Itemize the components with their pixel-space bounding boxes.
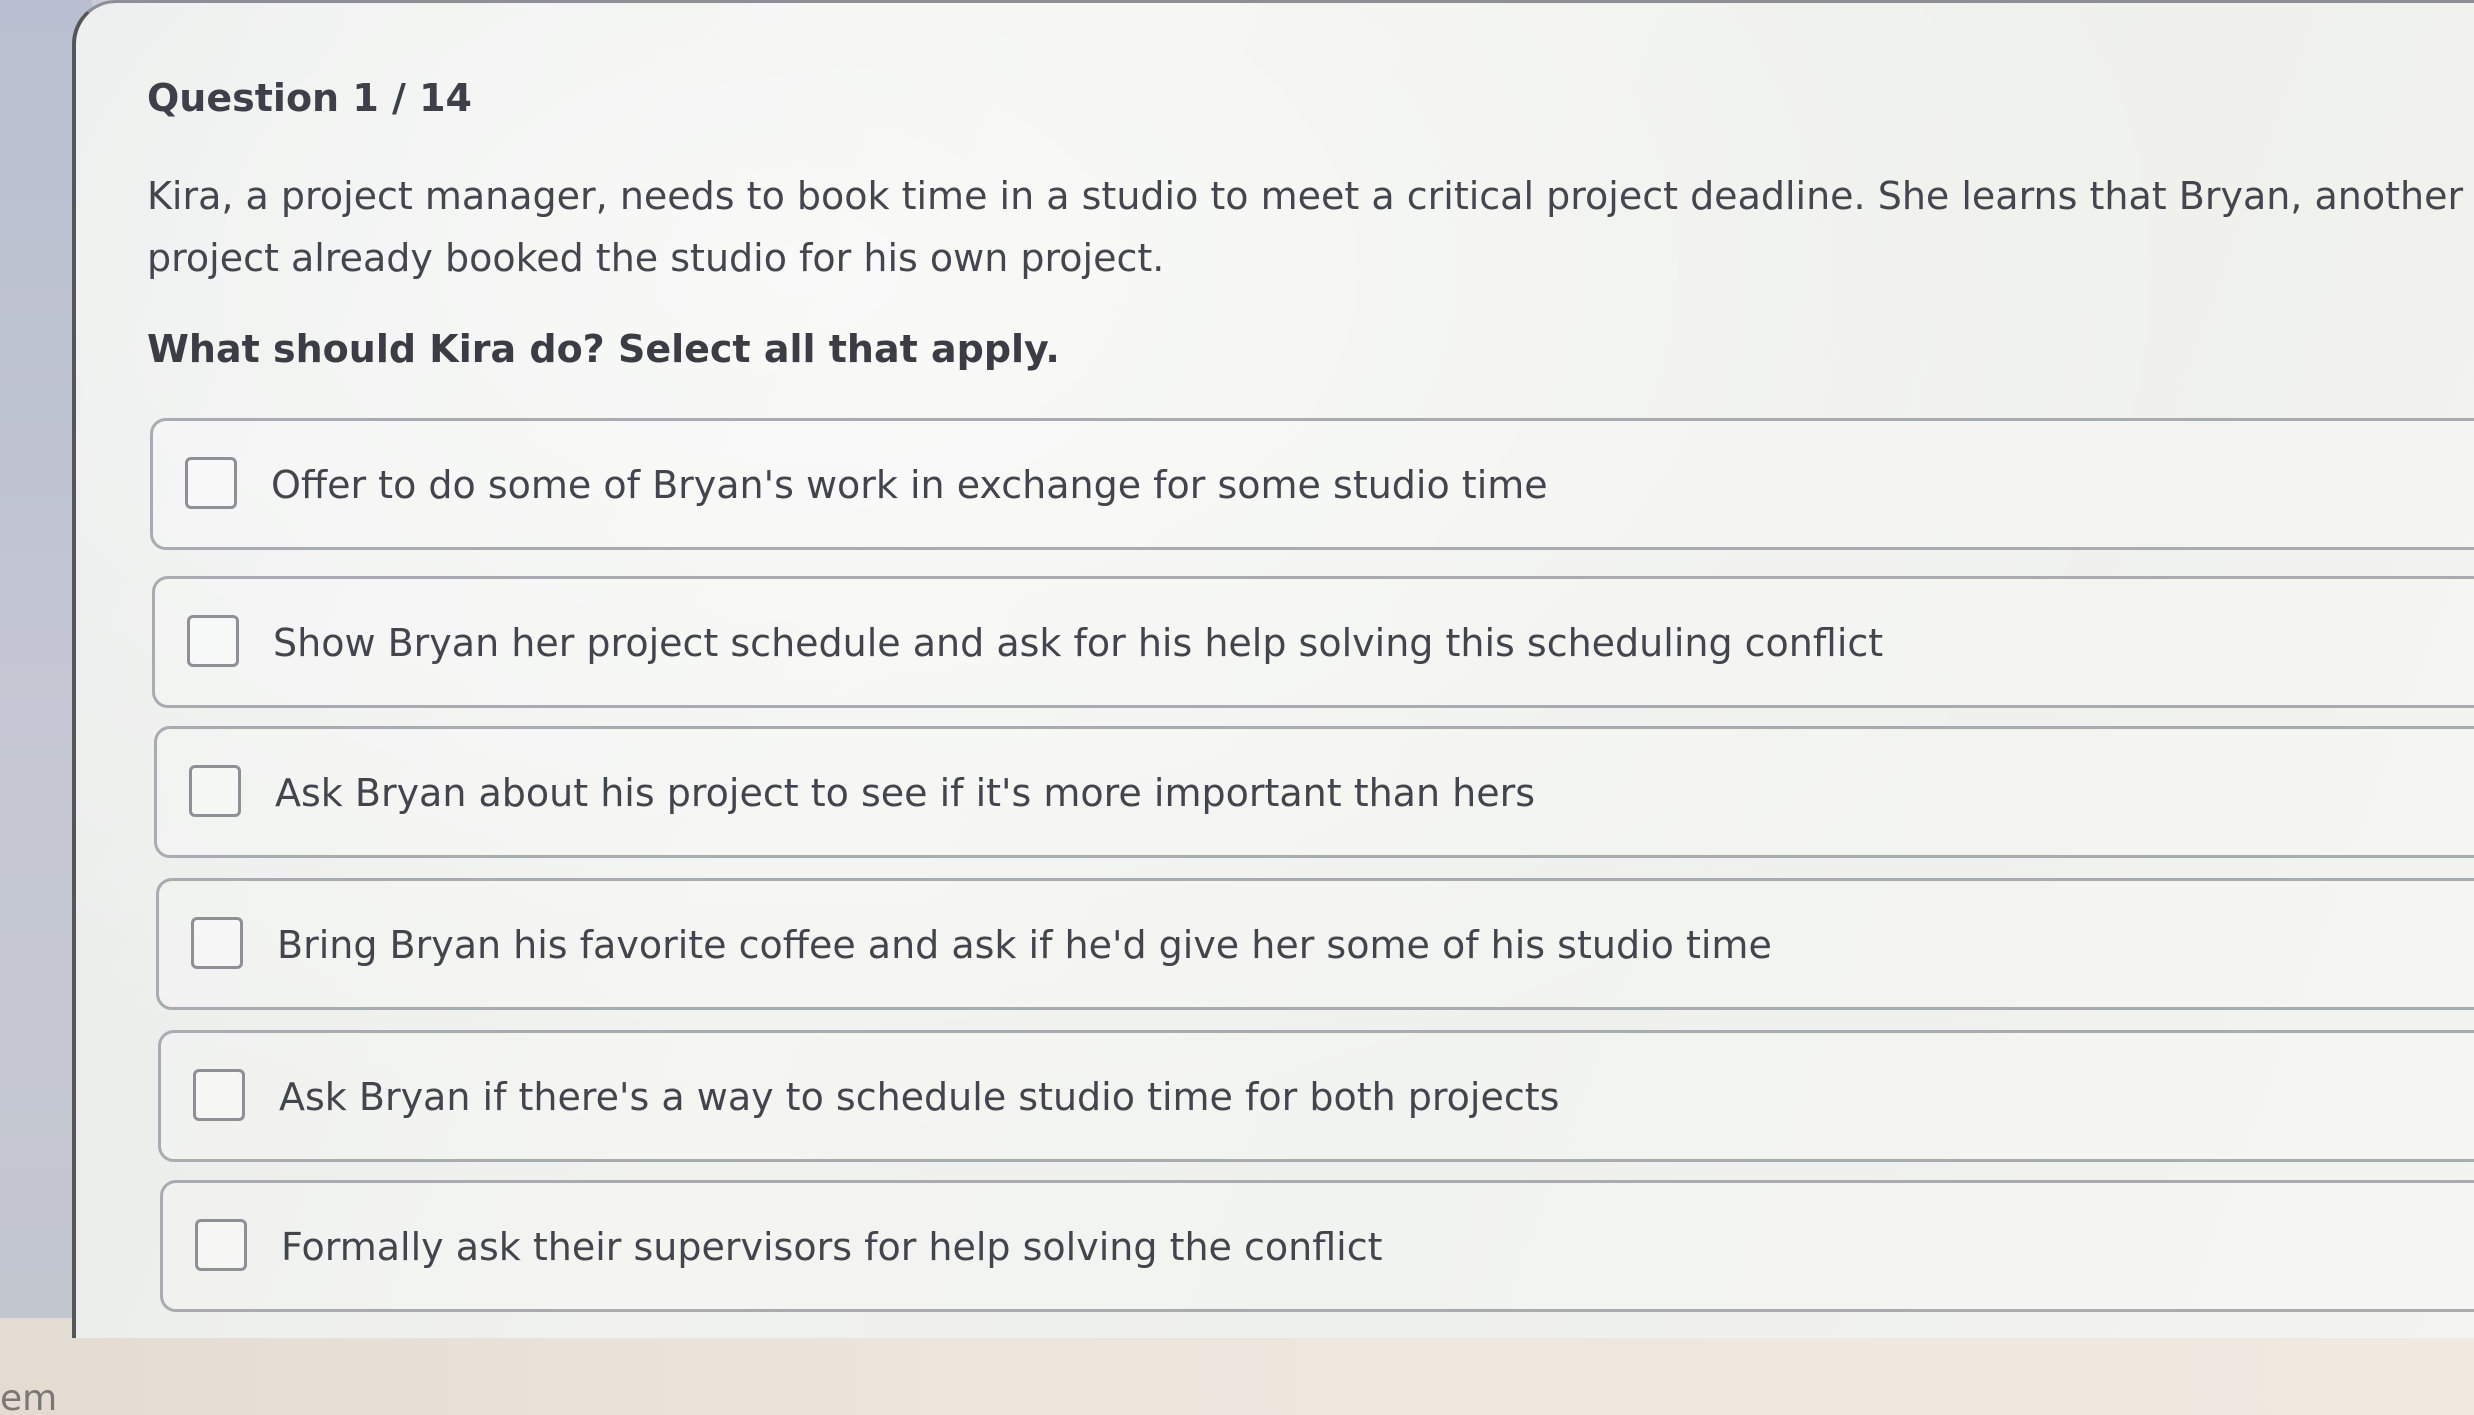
question-instruction: What should Kira do? Select all that app… [147,327,1060,371]
checkbox-icon[interactable] [189,765,241,817]
answer-option-3[interactable]: Ask Bryan about his project to see if it… [154,726,2474,858]
question-prompt: Kira, a project manager, needs to book t… [147,174,2464,280]
answer-option-1[interactable]: Offer to do some of Bryan's work in exch… [150,418,2474,550]
checkbox-icon[interactable] [185,457,237,509]
answer-option-4[interactable]: Bring Bryan his favorite coffee and ask … [156,878,2474,1010]
answer-option-6[interactable]: Formally ask their supervisors for help … [160,1180,2474,1312]
checkbox-icon[interactable] [193,1069,245,1121]
answer-option-label: Formally ask their supervisors for help … [281,1225,1383,1269]
checkbox-icon[interactable] [187,615,239,667]
question-number: Question 1 / 14 [147,76,472,120]
checkbox-icon[interactable] [195,1219,247,1271]
answer-option-label: Bring Bryan his favorite coffee and ask … [277,923,1772,967]
corner-partial-text: em [0,1378,58,1415]
checkbox-icon[interactable] [191,917,243,969]
answer-option-2[interactable]: Show Bryan her project schedule and ask … [152,576,2474,708]
answer-option-label: Offer to do some of Bryan's work in exch… [271,463,1548,507]
answer-option-label: Show Bryan her project schedule and ask … [273,621,1884,665]
answer-option-label: Ask Bryan if there's a way to schedule s… [279,1075,1560,1119]
answer-option-5[interactable]: Ask Bryan if there's a way to schedule s… [158,1030,2474,1162]
answer-option-label: Ask Bryan about his project to see if it… [275,771,1536,815]
